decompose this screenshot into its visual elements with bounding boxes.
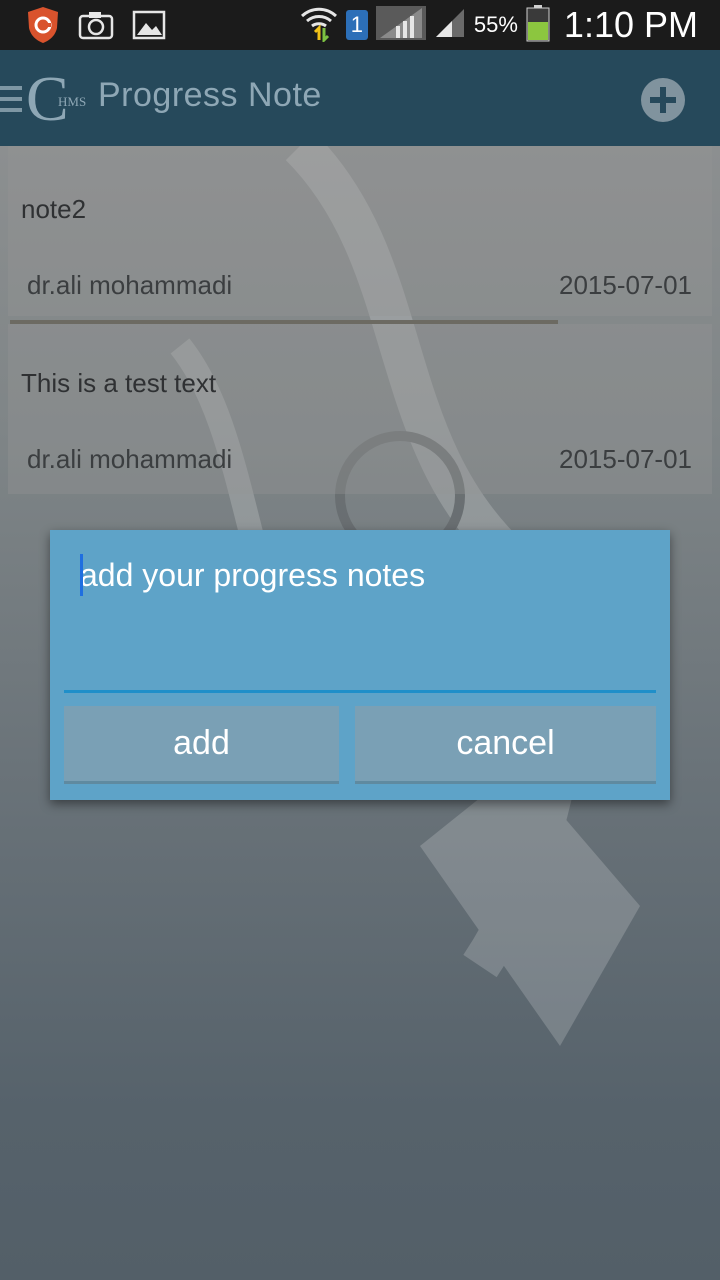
shield-app-icon [26,6,60,48]
note-author: dr.ali mohammadi [27,270,233,300]
wifi-icon [300,4,338,46]
input-placeholder: add your progress notes [80,557,426,593]
note-date: 2015-07-01 [559,444,692,474]
sim-icon: 1 [345,10,368,40]
status-time: 1:10 PM [563,4,698,45]
add-button[interactable]: add [64,706,339,784]
status-bar: 1 55% 1:10 PM [0,0,720,50]
progress-note-input[interactable]: add your progress notes [64,544,656,693]
add-note-dialog: add your progress notes add cancel [50,530,670,800]
battery-percent: 55% [473,12,518,37]
svg-text:HMS: HMS [58,94,86,109]
text-cursor [80,554,83,596]
gallery-icon [132,10,166,44]
note-date: 2015-07-01 [559,270,692,300]
list-item[interactable]: This is a test text dr.ali mohammadi 201… [8,324,712,494]
add-note-button[interactable] [641,78,685,122]
note-author: dr.ali mohammadi [27,444,233,474]
camera-icon [78,10,114,44]
list-item[interactable]: note2 dr.ali mohammadi 2015-07-01 [8,146,712,316]
note-title: note2 [21,194,87,224]
app-logo: C HMS [26,63,96,134]
note-title: This is a test text [21,368,217,398]
battery-icon [526,4,550,46]
menu-icon[interactable] [0,86,22,119]
cancel-button[interactable]: cancel [355,706,656,784]
app-bar: C HMS Progress Note [0,50,720,146]
signal-icon [434,7,466,43]
page-title: Progress Note [98,76,322,114]
signal-icon [375,4,426,46]
